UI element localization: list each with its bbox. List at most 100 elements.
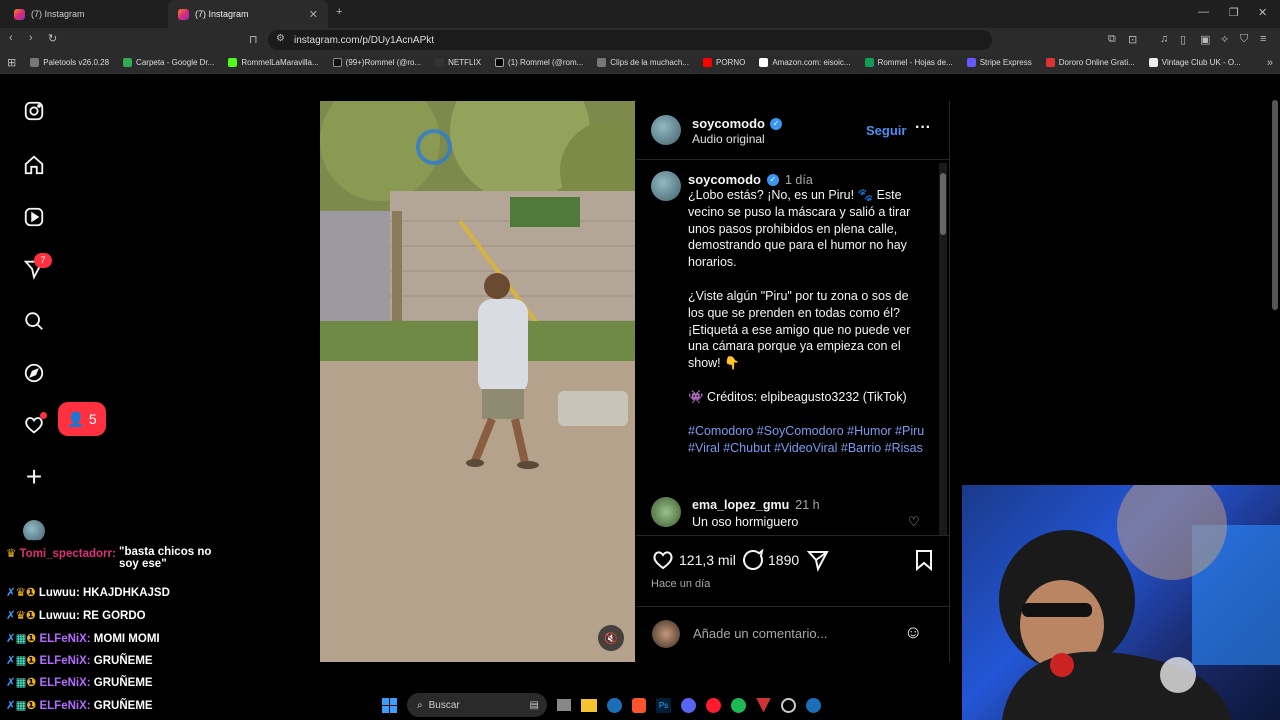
maximize-icon[interactable]: ❐ [1229, 6, 1239, 19]
bookmark-item[interactable]: PORNO [696, 58, 752, 67]
sub-badge-icon: ▦ [15, 655, 27, 667]
scrollbar-thumb[interactable] [940, 173, 946, 235]
discord-icon[interactable] [681, 697, 696, 713]
browser-tab-active[interactable]: (7) Instagram ✕ [168, 0, 328, 28]
windows-start-icon[interactable] [382, 697, 397, 713]
file-explorer-icon[interactable] [581, 698, 597, 712]
comment-icon[interactable] [741, 548, 765, 572]
comment-time[interactable]: 21 h [795, 498, 819, 512]
instagram-favicon-icon [14, 8, 25, 20]
chat-username: ELFeNiX: [39, 677, 91, 689]
chat-username: ELFeNiX: [39, 655, 91, 667]
post-date[interactable]: Hace un día [651, 578, 710, 590]
screenshot-icon[interactable]: ⊡ [1128, 33, 1137, 46]
app-icon[interactable] [781, 697, 796, 713]
bookmark-item[interactable]: Rommel - Hojas de... [858, 58, 960, 67]
mute-icon[interactable]: 🔇 [598, 625, 624, 651]
chat-text: "basta chicos no soy ese" [119, 546, 212, 570]
task-view-icon[interactable] [557, 699, 571, 711]
post-side-panel: soycomodo ✓ Audio original Seguir ··· so… [636, 101, 949, 662]
sub-badge-icon: ▦ [15, 677, 27, 689]
bookmark-page-icon[interactable]: ⊓ [249, 33, 258, 46]
bookmark-item[interactable]: Clips de la muchach... [590, 58, 696, 67]
window-close-icon[interactable]: ✕ [1258, 6, 1267, 19]
post-video[interactable]: 🔇 [320, 101, 635, 662]
more-bookmarks-icon[interactable]: » [1260, 57, 1280, 69]
explore-icon[interactable] [19, 358, 49, 388]
home-icon[interactable] [19, 150, 49, 180]
caption-time[interactable]: 1 día [785, 173, 813, 187]
back-icon[interactable]: ‹ [9, 32, 13, 44]
share-icon[interactable] [806, 548, 830, 572]
reload-icon[interactable]: ↻ [48, 32, 57, 45]
minimize-icon[interactable]: — [1198, 6, 1209, 18]
profile-avatar[interactable] [23, 520, 45, 542]
bookmark-item[interactable]: Paletools v26.0.28 [23, 58, 116, 67]
chat-text: GRUÑEME [93, 700, 153, 712]
like-icon[interactable] [651, 548, 675, 572]
address-bar[interactable]: ⚙ instagram.com/p/DUy1AcnAPkt [268, 30, 992, 50]
extensions-icon[interactable]: ⧉ [1108, 33, 1116, 46]
comment-username[interactable]: ema_lopez_gmu [692, 498, 789, 512]
bookmark-item[interactable]: Dororo Online Grati... [1039, 58, 1142, 67]
steam-icon[interactable] [806, 697, 821, 713]
verified-badge-icon: ✓ [769, 117, 782, 130]
brave-icon[interactable] [632, 697, 646, 713]
badge-icon: ❶ [26, 633, 37, 645]
activity-dot [40, 412, 47, 419]
tiktok-icon [332, 58, 342, 67]
more-options-icon[interactable]: ··· [915, 119, 931, 137]
browser-tab[interactable]: (7) Instagram [4, 0, 164, 28]
chat-text: GRUÑEME [93, 677, 153, 689]
apps-grid-icon[interactable]: ⊞ [0, 56, 23, 69]
new-tab-icon[interactable]: + [336, 6, 342, 18]
create-icon[interactable]: + [19, 461, 49, 492]
wallet-icon[interactable]: ▣ [1200, 33, 1210, 46]
bookmark-item[interactable]: Vintage Club UK - O... [1142, 58, 1248, 67]
page-scrollbar[interactable] [1272, 100, 1278, 310]
leo-ai-icon[interactable]: ✧ [1220, 33, 1229, 46]
bookmark-item[interactable]: Amazon.com: eisoic... [752, 58, 857, 67]
vpn-icon[interactable]: ⛉ [1240, 33, 1248, 46]
caption-hashtags[interactable]: #Comodoro #SoyComodoro #Humor #Piru #Vir… [688, 423, 928, 457]
save-icon[interactable] [912, 548, 936, 572]
taskbar-search[interactable]: ⌕ Buscar ▤ [407, 693, 547, 717]
media-icon[interactable]: ♫ [1160, 33, 1168, 45]
site-info-icon[interactable]: ⚙ [276, 33, 285, 44]
sidebar-toggle-icon[interactable]: ▯ [1180, 33, 1186, 46]
follow-button[interactable]: Seguir [866, 123, 906, 138]
author-avatar[interactable] [651, 115, 681, 145]
comment-like-icon[interactable]: ♡ [908, 514, 920, 530]
photoshop-icon[interactable]: Ps [656, 697, 671, 713]
url-text[interactable]: instagram.com/p/DUy1AcnAPkt [294, 35, 434, 46]
bookmark-item[interactable]: RommelLaMaravilla... [221, 58, 325, 67]
new-followers-tooltip[interactable]: 👤 5 [58, 402, 106, 436]
commenter-avatar[interactable] [651, 497, 681, 527]
opera-icon[interactable] [706, 697, 721, 713]
emoji-icon[interactable]: ☺ [904, 622, 922, 643]
instagram-logo-icon[interactable] [19, 96, 49, 126]
bookmark-item[interactable]: Carpeta - Google Dr... [116, 58, 221, 67]
close-tab-icon[interactable]: ✕ [309, 8, 318, 21]
bookmark-item[interactable]: Stripe Express [960, 58, 1039, 67]
likes-count[interactable]: 121,3 mil [679, 552, 736, 568]
badge-icon: ❶ [26, 677, 37, 689]
reels-icon[interactable] [19, 202, 49, 232]
steam-icon[interactable] [607, 697, 622, 713]
spotify-icon[interactable] [731, 697, 746, 713]
audio-label[interactable]: Audio original [692, 132, 765, 146]
caption-username[interactable]: soycomodo [688, 172, 761, 187]
bookmark-item[interactable]: (99+)Rommel (@ro... [326, 58, 428, 67]
panel-scrollbar[interactable] [939, 163, 947, 535]
comments-count[interactable]: 1890 [768, 552, 799, 568]
caption-avatar[interactable] [651, 171, 681, 201]
add-comment-input[interactable]: Añade un comentario... [693, 626, 827, 641]
bookmark-item[interactable]: NETFLIX [428, 58, 488, 67]
forward-icon[interactable]: › [29, 32, 33, 44]
author-username[interactable]: soycomodo [692, 116, 765, 131]
menu-icon[interactable]: ≡ [1260, 33, 1266, 45]
sword-icon: ✗ [6, 633, 16, 645]
bookmark-item[interactable]: (1) Rommel (@rom... [488, 58, 590, 67]
search-icon[interactable] [19, 306, 49, 336]
valorant-icon[interactable] [756, 697, 771, 713]
